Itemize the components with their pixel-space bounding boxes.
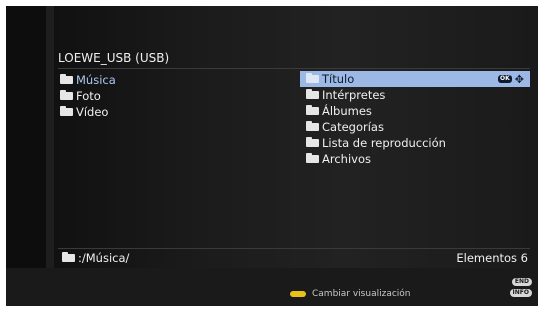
category-label: Archivos bbox=[322, 152, 371, 166]
category-item-lista[interactable]: Lista de reproducción bbox=[300, 135, 530, 151]
category-label: Categorías bbox=[322, 120, 384, 134]
folder-icon bbox=[306, 89, 319, 99]
category-item-interpretes[interactable]: Intérpretes bbox=[300, 87, 530, 103]
ok-key-icon: OK bbox=[498, 75, 512, 83]
bottom-divider bbox=[58, 248, 530, 249]
folder-icon bbox=[60, 90, 73, 100]
folder-icon bbox=[306, 73, 319, 83]
yellow-key-icon bbox=[290, 291, 306, 297]
path-label: :/Música/ bbox=[78, 251, 130, 265]
folder-icon bbox=[306, 105, 319, 115]
category-item-archivos[interactable]: Archivos bbox=[300, 151, 530, 167]
media-type-label: Foto bbox=[76, 89, 101, 103]
category-label: Álbumes bbox=[322, 104, 372, 118]
item-count: Elementos 6 bbox=[456, 251, 528, 265]
tv-screen: LOEWE_USB (USB) Música Foto Vídeo Título… bbox=[6, 6, 538, 306]
category-label: Título bbox=[322, 72, 355, 86]
media-type-label: Vídeo bbox=[76, 105, 109, 119]
category-item-albumes[interactable]: Álbumes bbox=[300, 103, 530, 119]
media-type-item-foto[interactable]: Foto bbox=[60, 88, 116, 104]
folder-icon bbox=[62, 252, 75, 262]
category-item-titulo[interactable]: Título OK ✥ bbox=[300, 71, 530, 87]
footer-bar bbox=[6, 268, 538, 306]
end-key-badge[interactable]: END bbox=[511, 278, 532, 286]
category-item-categorias[interactable]: Categorías bbox=[300, 119, 530, 135]
folder-icon bbox=[60, 106, 73, 116]
side-strip bbox=[46, 6, 54, 268]
info-key-badge[interactable]: INFO bbox=[509, 289, 532, 297]
media-type-item-video[interactable]: Vídeo bbox=[60, 104, 116, 120]
media-type-item-musica[interactable]: Música bbox=[60, 72, 116, 88]
media-type-label: Música bbox=[76, 73, 116, 87]
folder-icon bbox=[306, 121, 319, 131]
top-divider bbox=[58, 68, 530, 69]
source-title: LOEWE_USB (USB) bbox=[58, 51, 170, 65]
folder-icon bbox=[60, 74, 73, 84]
category-list: Título OK ✥ Intérpretes Álbumes Categorí… bbox=[300, 71, 530, 167]
current-path: :/Música/ bbox=[62, 251, 129, 265]
change-view-hint[interactable]: Cambiar visualización bbox=[290, 289, 411, 299]
hint-label: Cambiar visualización bbox=[312, 289, 411, 299]
folder-icon bbox=[306, 137, 319, 147]
folder-icon bbox=[306, 153, 319, 163]
category-label: Intérpretes bbox=[322, 88, 386, 102]
selection-hints: OK ✥ bbox=[498, 71, 524, 87]
media-type-list: Música Foto Vídeo bbox=[60, 72, 116, 120]
category-label: Lista de reproducción bbox=[322, 136, 446, 150]
navigation-arrows-icon: ✥ bbox=[514, 72, 524, 86]
